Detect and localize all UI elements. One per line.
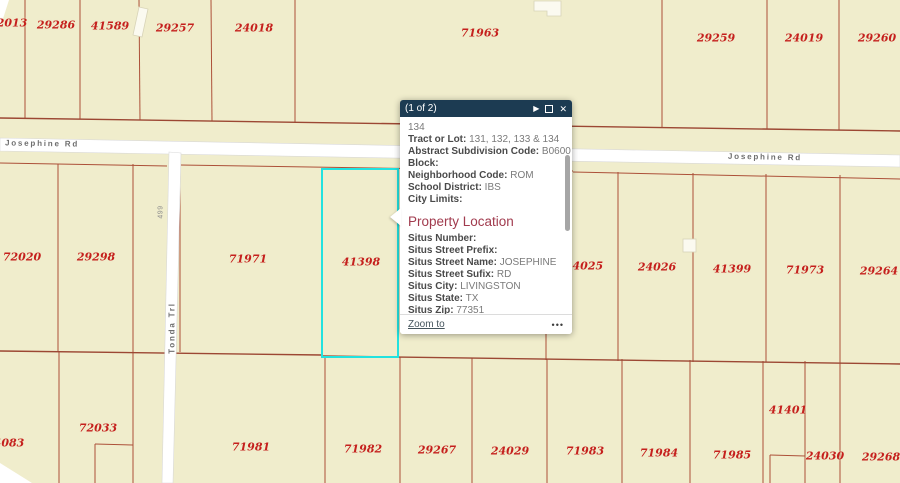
parcel-label-29259: 29259 — [697, 32, 735, 45]
parcel-label-24018: 24018 — [235, 22, 273, 35]
parcel-label-71963: 71963 — [461, 27, 499, 40]
zoom-to-link[interactable]: Zoom to — [408, 319, 445, 330]
attribute-row: Situs Number: — [408, 233, 562, 245]
parcel-label-24026: 24026 — [638, 261, 676, 274]
attribute-row: Tract or Lot: 131, 132, 133 & 134 — [408, 134, 562, 146]
parcel-label-71982: 71982 — [344, 443, 382, 456]
parcel-label-29267: 29267 — [418, 444, 456, 457]
attribute-rows-location: Situs Number:Situs Street Prefix:Situs S… — [408, 233, 562, 314]
attribute-value: JOSEPHINE — [497, 257, 556, 268]
attribute-value: TX — [463, 293, 478, 304]
attribute-label: Situs Number: — [408, 233, 476, 244]
parcel-label-24019: 24019 — [785, 32, 823, 45]
parcel-label-24030: 24030 — [806, 450, 844, 463]
parcel-label-41589: 41589 — [91, 20, 129, 33]
road-label-tonda: Tonda Trl — [168, 302, 177, 354]
parcel-label-41399: 41399 — [713, 263, 751, 276]
parcel-label-41398: 41398 — [342, 256, 380, 269]
attribute-rows-top: 134Tract or Lot: 131, 132, 133 & 134Abst… — [408, 122, 562, 206]
attribute-label: Situs Street Sufix: — [408, 269, 494, 280]
more-options-icon[interactable]: ••• — [552, 320, 564, 330]
attribute-row: Situs Zip: 77351 — [408, 305, 562, 314]
attribute-value: LIVINGSTON — [457, 281, 520, 292]
attribute-value: IBS — [482, 182, 501, 193]
attribute-row: Situs Street Sufix: RD — [408, 269, 562, 281]
building-footprint — [534, 1, 561, 16]
road-label-josephine-right: Josephine Rd — [728, 152, 802, 163]
attribute-label: Abstract Subdivision Code: — [408, 146, 539, 157]
road-marker-499: 499 — [158, 205, 165, 218]
next-feature-icon[interactable]: ▶ — [533, 105, 539, 113]
parcel-label-71985: 71985 — [713, 449, 751, 462]
parcel-label-71973: 71973 — [786, 264, 824, 277]
attribute-row: School District: IBS — [408, 182, 562, 194]
attribute-row: Situs City: LIVINGSTON — [408, 281, 562, 293]
attribute-label: Situs Street Prefix: — [408, 245, 497, 256]
map-edge — [0, 0, 32, 483]
attribute-row: City Limits: — [408, 194, 562, 206]
parcel-label-29298: 29298 — [77, 251, 115, 264]
attribute-row: Situs State: TX — [408, 293, 562, 305]
popup-pagination-title: (1 of 2) — [405, 103, 527, 114]
attribute-row: Neighborhood Code: ROM — [408, 170, 562, 182]
attribute-row: Situs Street Prefix: — [408, 245, 562, 257]
parcel-label-71984: 71984 — [640, 447, 678, 460]
parcel-label-4083: 4083 — [0, 437, 24, 450]
attribute-row: Block: — [408, 158, 562, 170]
parcel-label-72020: 72020 — [3, 251, 41, 264]
parcel-label-71981: 71981 — [232, 441, 270, 454]
attribute-label: Situs State: — [408, 293, 463, 304]
feature-popup: (1 of 2) ▶ ✕ 134Tract or Lot: 131, 132, … — [400, 100, 572, 334]
parcel-label-29264: 29264 — [860, 265, 898, 278]
attribute-row: Abstract Subdivision Code: B0600 #6 — [408, 146, 562, 158]
popup-scrollbar-thumb[interactable] — [565, 155, 570, 231]
parcel-label-29260: 29260 — [858, 32, 896, 45]
parcel-label-72033: 72033 — [79, 422, 117, 435]
parcel-label-29286: 29286 — [37, 19, 75, 32]
attribute-label: City Limits: — [408, 194, 462, 205]
parcel-label-41401: 41401 — [769, 404, 807, 417]
parcel-label-2013: 2013 — [0, 17, 27, 30]
attribute-value: ROM — [507, 170, 533, 181]
attribute-label: Situs Street Name: — [408, 257, 497, 268]
close-icon[interactable]: ✕ — [559, 105, 567, 113]
dock-popup-icon[interactable] — [545, 105, 553, 113]
popup-footer: Zoom to ••• — [400, 314, 572, 334]
building-footprint — [683, 239, 696, 252]
attribute-value: 134 — [408, 122, 425, 133]
parcel-label-29268: 29268 — [862, 451, 900, 464]
parcel-label-71983: 71983 — [566, 445, 604, 458]
map-canvas[interactable]: 2013 29286 41589 29257 24018 71963 29259 24019 2… — [0, 0, 900, 483]
parcel-label-29257: 29257 — [156, 22, 194, 35]
attribute-value: 131, 132, 133 & 134 — [466, 134, 559, 145]
popup-section-heading: Property Location — [408, 214, 562, 229]
attribute-row: Situs Street Name: JOSEPHINE — [408, 257, 562, 269]
attribute-label: Neighborhood Code: — [408, 170, 507, 181]
attribute-row: 134 — [408, 122, 562, 134]
attribute-value: RD — [494, 269, 511, 280]
attribute-label: Situs Zip: — [408, 305, 454, 314]
popup-body: 134Tract or Lot: 131, 132, 133 & 134Abst… — [400, 117, 572, 314]
attribute-label: Tract or Lot: — [408, 134, 466, 145]
attribute-value: 77351 — [454, 305, 485, 314]
road-label-josephine-left: Josephine Rd — [5, 138, 79, 148]
attribute-label: Block: — [408, 158, 439, 169]
parcel-label-71971: 71971 — [229, 253, 267, 266]
attribute-label: School District: — [408, 182, 482, 193]
attribute-label: Situs City: — [408, 281, 457, 292]
popup-header[interactable]: (1 of 2) ▶ ✕ — [400, 100, 572, 117]
parcel-label-24029: 24029 — [491, 445, 529, 458]
building-footprint — [133, 7, 148, 37]
